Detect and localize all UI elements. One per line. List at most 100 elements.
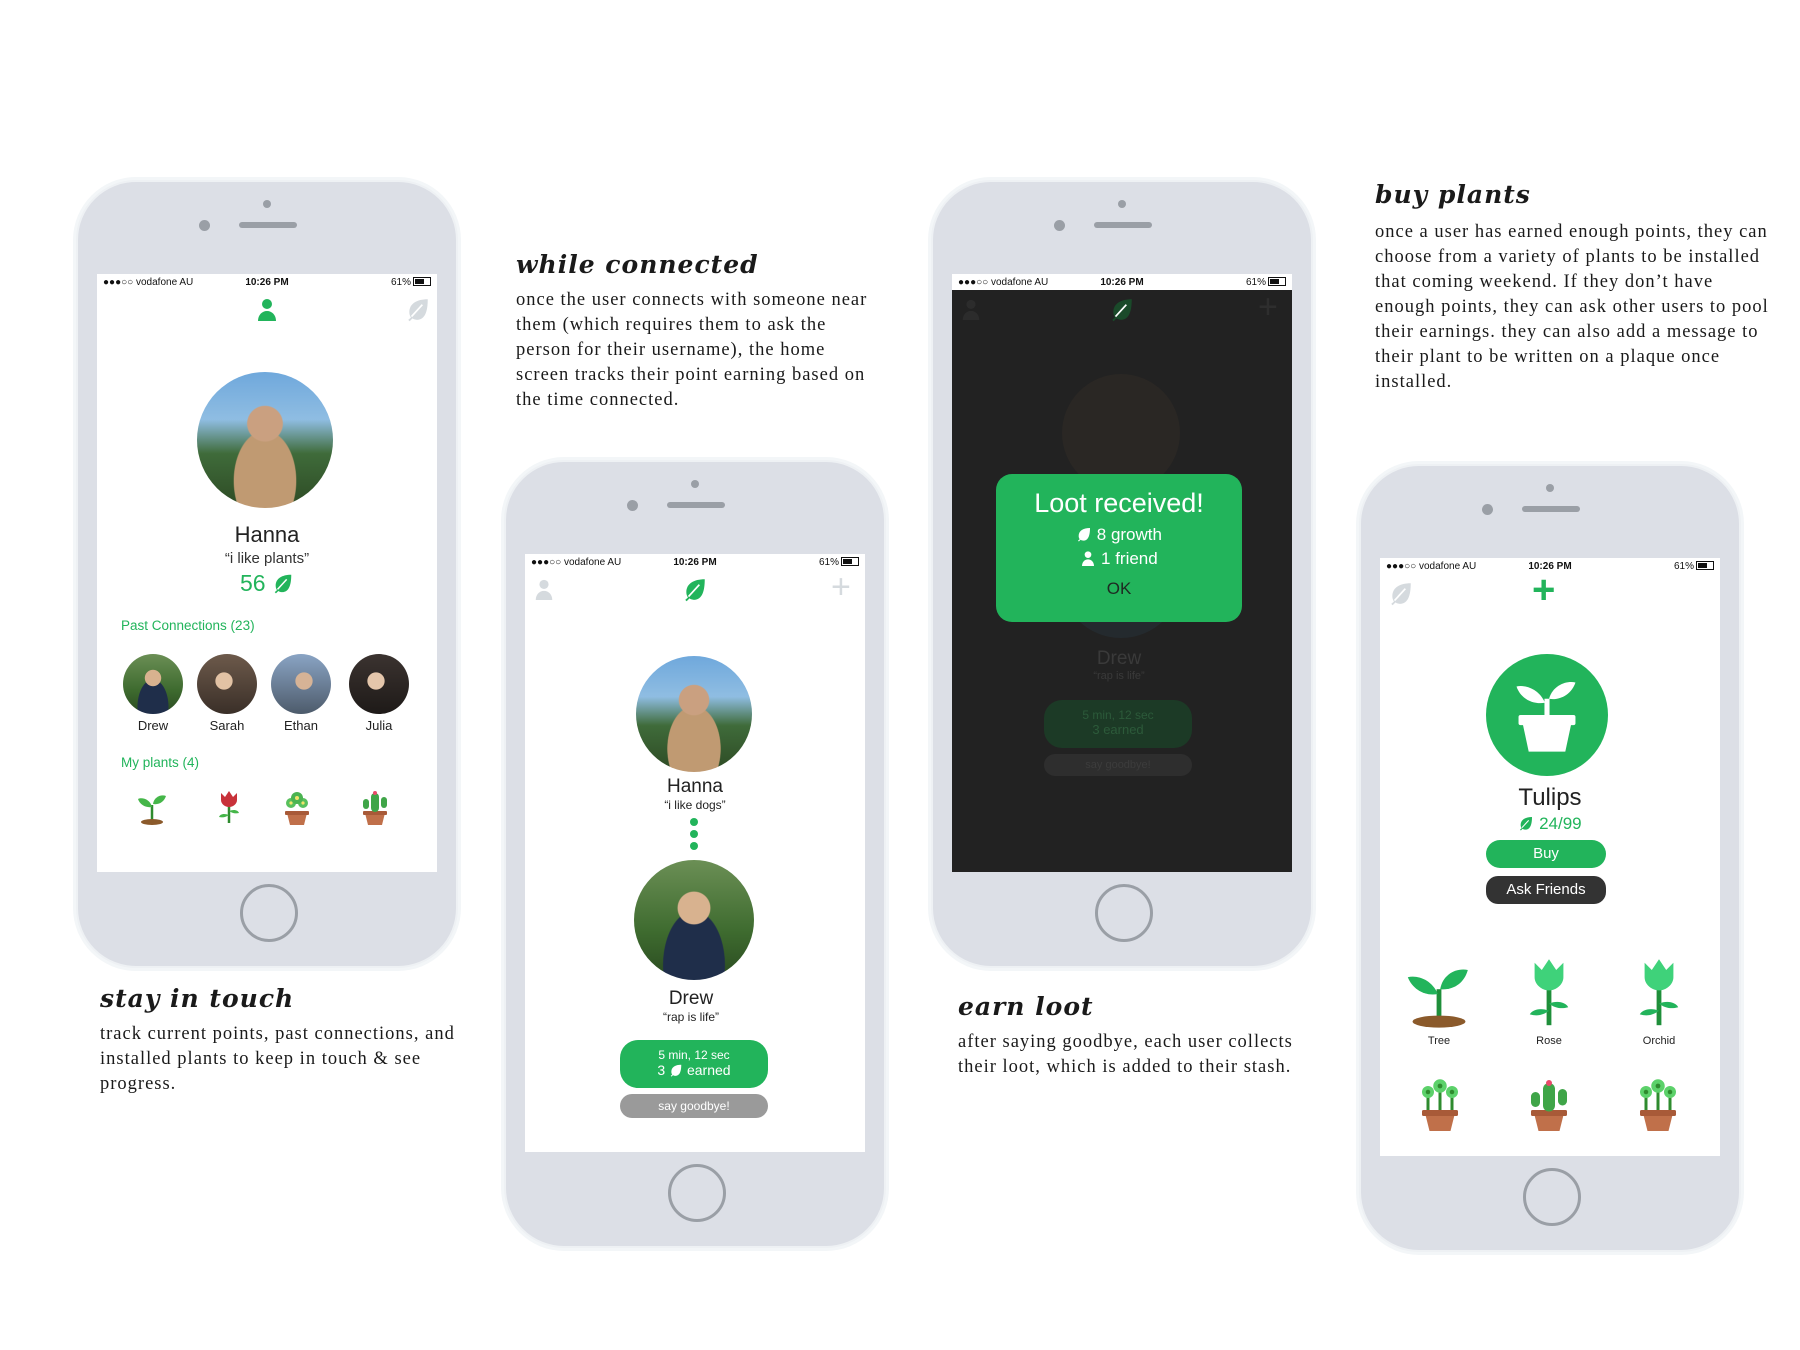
earned-value: 3 xyxy=(657,1062,666,1078)
earned-timer-button[interactable]: 5 min, 12 sec 3 earned xyxy=(620,1040,768,1088)
plant-option[interactable]: Tree xyxy=(1402,958,1476,1047)
avatar xyxy=(197,654,257,714)
orchid-icon xyxy=(1622,958,1696,1030)
friend-item[interactable]: Julia xyxy=(349,654,409,733)
screen-loot: ●●●○○ vodafone AU 10:26 PM 61% + Drew “r… xyxy=(952,274,1292,872)
points-display: 56 xyxy=(97,570,437,597)
sprout-icon[interactable] xyxy=(133,786,173,828)
say-goodbye-button[interactable]: say goodbye! xyxy=(620,1094,768,1118)
friend-status: “rap is life” xyxy=(1093,670,1145,682)
leaf-icon[interactable] xyxy=(1388,580,1414,606)
ask-friends-button[interactable]: Ask Friends xyxy=(1486,876,1606,904)
battery-percent: 61% xyxy=(390,276,411,288)
loot-friend: 1 friend xyxy=(996,549,1242,569)
leaf-icon[interactable] xyxy=(405,296,431,322)
leaf-icon xyxy=(1518,815,1534,831)
loot-dialog: Loot received! 8 growth 1 friend OK xyxy=(996,474,1242,622)
connection-dots xyxy=(690,818,698,850)
loot-growth: 8 growth xyxy=(996,525,1242,545)
avatar xyxy=(636,656,752,772)
avatar xyxy=(349,654,409,714)
ok-button[interactable]: OK xyxy=(996,579,1242,599)
add-icon[interactable]: + xyxy=(1532,570,1555,610)
potted-flower-icon[interactable] xyxy=(1410,1068,1470,1140)
plant-option-label: Tree xyxy=(1427,1035,1451,1047)
home-button[interactable] xyxy=(240,884,298,942)
earned-text: earned xyxy=(686,1062,731,1078)
friend-text: 1 friend xyxy=(1101,549,1158,568)
user-name: Hanna xyxy=(234,522,300,547)
plant-option-label: Orchid xyxy=(1642,1035,1676,1047)
growth-text: 8 growth xyxy=(1096,525,1162,544)
leaf-icon xyxy=(272,572,294,594)
rose-icon xyxy=(1512,958,1586,1030)
earned-timer-button: 5 min, 12 sec 3 earned xyxy=(1044,700,1192,748)
person-icon[interactable] xyxy=(533,576,555,602)
leaf-icon[interactable] xyxy=(682,576,708,602)
phone-earn-loot: ●●●○○ vodafone AU 10:26 PM 61% + Drew “r… xyxy=(931,180,1313,968)
add-icon[interactable]: + xyxy=(831,570,851,604)
sensor-dot xyxy=(1546,484,1554,492)
caption-text: once a user has earned enough points, th… xyxy=(1375,222,1769,392)
add-icon: + xyxy=(1258,288,1278,326)
potted-flower-icon[interactable] xyxy=(1628,1068,1688,1140)
battery-percent: 61% xyxy=(1673,560,1694,572)
avatar xyxy=(271,654,331,714)
carrier-label: ●●●○○ vodafone AU xyxy=(1386,560,1477,572)
plant-points: 24/99 xyxy=(1380,814,1720,834)
user-name: Hanna xyxy=(667,776,723,797)
friend-name: Sarah xyxy=(209,718,245,733)
potted-flower-icon[interactable] xyxy=(277,786,317,828)
front-camera xyxy=(199,220,210,231)
section-heading: My plants (4) xyxy=(121,755,200,770)
friend-item[interactable]: Sarah xyxy=(197,654,257,733)
battery-icon xyxy=(841,557,859,567)
timer-label: 5 min, 12 sec xyxy=(658,1048,730,1062)
avatar xyxy=(123,654,183,714)
cactus-icon[interactable] xyxy=(355,786,395,828)
phone-buy-plants: ●●●○○ vodafone AU 10:26 PM 61% + Tulips … xyxy=(1359,464,1741,1252)
status-bar: ●●●○○ vodafone AU 10:26 PM 61% xyxy=(952,274,1292,290)
home-button[interactable] xyxy=(1095,884,1153,942)
screen-connected: ●●●○○ vodafone AU 10:26 PM 61% + Hanna “… xyxy=(525,554,865,1152)
front-camera xyxy=(627,500,638,511)
cactus-icon[interactable] xyxy=(1519,1068,1579,1140)
sensor-dot xyxy=(263,200,271,208)
carrier-label: ●●●○○ vodafone AU xyxy=(958,276,1049,288)
caption-text: after saying goodbye, each user collects… xyxy=(958,1032,1293,1077)
friend-name: Ethan xyxy=(284,718,318,733)
battery-indicator: 61% xyxy=(391,277,431,288)
friend-name: Drew xyxy=(668,988,714,1009)
caption-title: while connected xyxy=(516,250,759,279)
home-button[interactable] xyxy=(668,1164,726,1222)
battery-indicator: 61% xyxy=(1246,277,1286,288)
friend-name: Julia xyxy=(365,718,393,733)
front-camera xyxy=(1482,504,1493,515)
leaf-icon xyxy=(1076,526,1092,542)
battery-percent: 61% xyxy=(818,556,839,568)
timer-label: 5 min, 12 sec xyxy=(1082,708,1154,722)
caption-title: buy plants xyxy=(1375,180,1531,209)
sensor-dot xyxy=(691,480,699,488)
screen-shop: ●●●○○ vodafone AU 10:26 PM 61% + Tulips … xyxy=(1380,558,1720,1156)
person-icon xyxy=(960,296,982,322)
carrier-label: ●●●○○ vodafone AU xyxy=(103,276,194,288)
battery-icon xyxy=(413,277,431,287)
earned-label: 3 earned xyxy=(620,1062,768,1078)
friend-status: “rap is life” xyxy=(662,1010,719,1024)
friend-item[interactable]: Ethan xyxy=(271,654,331,733)
battery-icon xyxy=(1696,561,1714,571)
plant-points-value: 24/99 xyxy=(1539,814,1582,833)
home-button[interactable] xyxy=(1523,1168,1581,1226)
tulip-icon[interactable] xyxy=(209,784,249,830)
earned-value: 3 xyxy=(1092,722,1100,737)
plant-name: Tulips xyxy=(1518,784,1582,811)
caption-title: earn loot xyxy=(958,992,1094,1021)
leaf-icon xyxy=(1109,296,1135,322)
person-icon[interactable] xyxy=(255,296,279,322)
buy-button[interactable]: Buy xyxy=(1486,840,1606,868)
dialog-title: Loot received! xyxy=(1034,488,1204,518)
plant-option[interactable]: Orchid xyxy=(1622,958,1696,1047)
friend-item[interactable]: Drew xyxy=(123,654,183,733)
plant-option[interactable]: Rose xyxy=(1512,958,1586,1047)
